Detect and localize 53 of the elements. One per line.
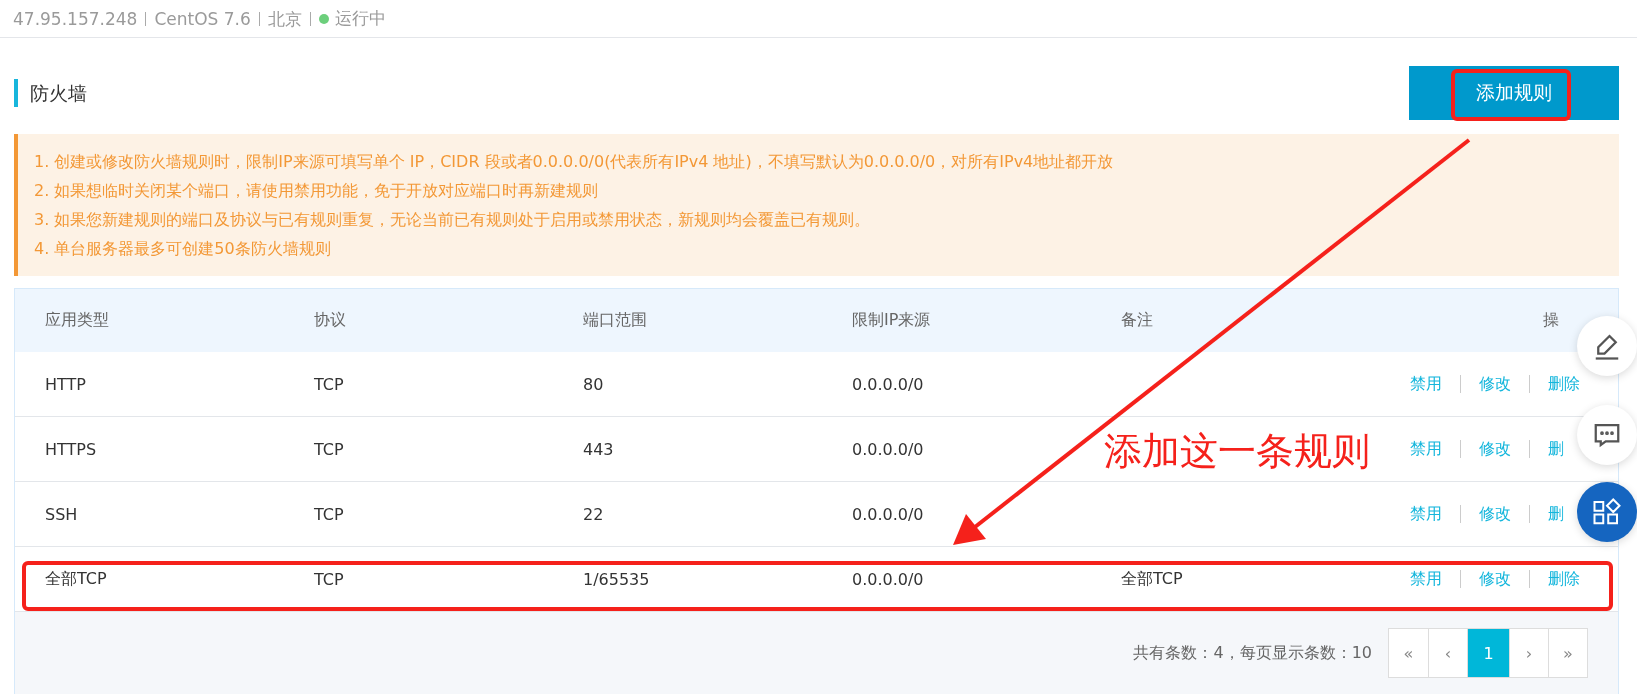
notice-text: 4. 单台服务器最多可创建50条防火墙规则	[34, 238, 332, 260]
column-header: 端口范围	[583, 310, 648, 331]
table-cell-text: 80	[583, 374, 605, 394]
table-cell-text: 0.0.0.0/0	[852, 439, 925, 459]
annotation-text: 添加这一条规则	[1104, 428, 1370, 475]
page-button[interactable]: ›	[1509, 629, 1548, 677]
column-header: 限制IP来源	[852, 310, 932, 331]
page-button[interactable]: »	[1548, 629, 1587, 677]
table-cell-text: TCP	[314, 504, 345, 524]
action-link[interactable]: 删除	[1548, 373, 1580, 395]
table-cell-text: 0.0.0.0/0	[852, 374, 925, 394]
column-header: 应用类型	[45, 310, 110, 331]
action-link[interactable]: 禁用	[1410, 438, 1442, 460]
action-link[interactable]: 禁用	[1410, 568, 1442, 590]
table-cell-text: 443	[583, 439, 615, 459]
table-cell-text: TCP	[314, 439, 345, 459]
notice-text: 2. 如果想临时关闭某个端口，请使用禁用功能，免于开放对应端口时再新建规则	[34, 180, 600, 202]
section-title: 防火墙	[14, 79, 87, 107]
notice-text: 3. 如果您新建规则的端口及协议与已有规则重复，无论当前已有规则处于启用或禁用状态，新规则均会覆盖已有规则。	[34, 209, 872, 231]
table-cell-text: SSH	[45, 504, 79, 524]
column-header: 协议	[314, 310, 347, 331]
action-link[interactable]: 删	[1548, 503, 1564, 525]
action-link[interactable]: 修改	[1479, 373, 1511, 395]
page-button[interactable]: «	[1389, 629, 1428, 677]
notice-text: 1. 创建或修改防火墙规则时，限制IP来源可填写单个 IP，CIDR 段或者0.0.0.0/0(代表所有IPv4 地址)，不填写默认为0.0.0.0/0，对所有IPv4地址都开放	[34, 151, 1115, 173]
page-button[interactable]: ‹	[1428, 629, 1467, 677]
action-link[interactable]: 删	[1548, 438, 1564, 460]
pagination-summary: 共有条数：4，每页显示条数：10	[1133, 642, 1372, 664]
action-link[interactable]: 修改	[1479, 568, 1511, 590]
column-header: 备注	[1121, 310, 1154, 331]
table-cell-text: HTTP	[45, 374, 87, 394]
add-rule-button[interactable]: 添加规则	[1409, 66, 1619, 120]
apps-icon	[1592, 497, 1622, 527]
table-cell-text: TCP	[314, 569, 345, 589]
page-button[interactable]: 1	[1467, 629, 1509, 677]
table-cell-text: 全部TCP	[45, 568, 108, 590]
table-cell-text: 0.0.0.0/0	[852, 504, 925, 524]
server-info: CentOS 7.6	[154, 11, 260, 26]
table-cell-text: HTTPS	[45, 439, 98, 459]
table-cell-text: 22	[583, 504, 605, 524]
table-cell-text: 0.0.0.0/0	[852, 569, 925, 589]
server-info: 北京	[267, 11, 311, 26]
action-link[interactable]: 禁用	[1410, 503, 1442, 525]
server-info: 47.95.157.248	[13, 11, 147, 26]
table-cell-text: TCP	[314, 374, 345, 394]
action-link[interactable]: 修改	[1479, 438, 1511, 460]
status-label: 运行中	[334, 7, 386, 30]
action-link[interactable]: 禁用	[1410, 373, 1442, 395]
column-header: 操	[1543, 310, 1559, 331]
action-link[interactable]: 删除	[1548, 568, 1580, 590]
table-cell-text: 1/65535	[583, 569, 651, 589]
action-link[interactable]: 修改	[1479, 503, 1511, 525]
table-cell-text: 全部TCP	[1121, 568, 1184, 590]
